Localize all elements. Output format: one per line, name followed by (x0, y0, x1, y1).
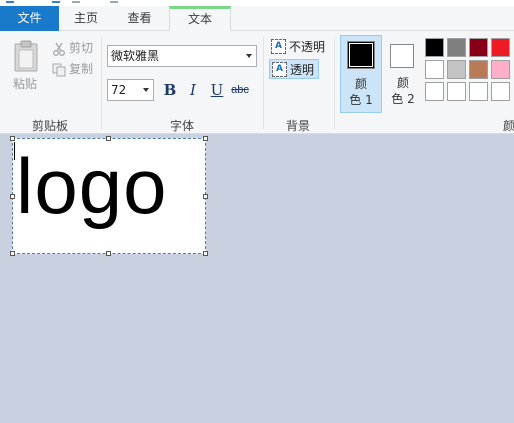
opaque-button[interactable]: A 不透明 (269, 37, 325, 57)
palette-swatch[interactable] (447, 38, 466, 57)
opaque-label: 不透明 (289, 40, 326, 54)
palette-swatch[interactable] (425, 82, 444, 101)
font-size-value: 72 (111, 83, 127, 97)
underline-button[interactable]: U (206, 79, 228, 101)
font-group-label: 字体 (170, 119, 195, 133)
resize-handle-top-right[interactable] (203, 136, 208, 141)
color2-label: 颜 色 2 (386, 75, 420, 107)
customize-icon[interactable] (110, 0, 118, 3)
resize-handle-right[interactable] (203, 194, 208, 199)
transparent-label: 透明 (290, 63, 315, 77)
palette-swatch[interactable] (469, 38, 488, 57)
palette-swatch[interactable] (447, 82, 466, 101)
transparent-text-icon: A (272, 62, 287, 77)
color1-swatch (347, 41, 375, 69)
ribbon-tabs: 文件 主页 查看 文本 (0, 6, 514, 32)
palette-swatch[interactable] (491, 82, 510, 101)
group-divider (263, 37, 264, 129)
font-family-value: 微软雅黑 (111, 49, 160, 63)
group-divider (101, 37, 102, 129)
palette-swatch[interactable] (469, 82, 488, 101)
color1-label: 颜 色 1 (341, 76, 381, 108)
save-icon[interactable] (6, 0, 14, 3)
font-size-select[interactable]: 72 (107, 79, 154, 101)
strikethrough-button[interactable]: abc (229, 79, 251, 101)
resize-handle-bottom-right[interactable] (203, 251, 208, 256)
resize-handle-left[interactable] (10, 194, 15, 199)
clipboard-group-label: 剪贴板 (32, 119, 69, 133)
tab-home[interactable]: 主页 (60, 6, 112, 31)
color2-swatch (390, 44, 414, 68)
color1-label-line2: 色 1 (349, 93, 373, 107)
chevron-down-icon (246, 54, 252, 58)
palette-swatch[interactable] (425, 38, 444, 57)
palette-swatch[interactable] (469, 60, 488, 79)
color1-label-line1: 颜 (354, 77, 367, 91)
color1-button[interactable]: 颜 色 1 (340, 35, 382, 113)
colors-group-label: 颜 (503, 119, 514, 133)
opaque-text-icon: A (271, 39, 286, 54)
background-group-label: 背景 (286, 119, 311, 133)
undo-icon[interactable] (52, 0, 60, 3)
transparent-button[interactable]: A 透明 (269, 59, 319, 79)
paste-label: 粘贴 (13, 77, 38, 91)
resize-handle-top-left[interactable] (10, 136, 15, 141)
copy-icon (52, 63, 66, 77)
cut-button[interactable]: 剪切 (52, 39, 93, 57)
resize-handle-top[interactable] (106, 136, 111, 141)
color2-button[interactable]: 颜 色 2 (386, 35, 420, 113)
copy-button[interactable]: 复制 (52, 60, 93, 78)
group-divider (334, 37, 335, 129)
tab-view[interactable]: 查看 (112, 6, 167, 31)
palette-swatch[interactable] (491, 60, 510, 79)
font-family-select[interactable]: 微软雅黑 (107, 45, 257, 67)
palette-swatch[interactable] (491, 38, 510, 57)
clipboard-icon (14, 40, 38, 72)
text-selection-box[interactable] (12, 138, 206, 254)
color2-label-line2: 色 2 (391, 92, 415, 106)
copy-label: 复制 (69, 62, 94, 76)
redo-icon[interactable] (72, 0, 80, 3)
resize-handle-bottom[interactable] (106, 251, 111, 256)
cut-label: 剪切 (69, 41, 94, 55)
bold-button[interactable]: B (159, 79, 181, 101)
palette-swatch[interactable] (447, 60, 466, 79)
resize-handle-bottom-left[interactable] (10, 251, 15, 256)
chevron-down-icon (143, 88, 149, 92)
tab-file[interactable]: 文件 (0, 6, 59, 31)
scissors-icon (52, 42, 66, 56)
italic-button[interactable]: I (182, 79, 204, 101)
palette-swatch[interactable] (425, 60, 444, 79)
color2-label-line1: 颜 (396, 76, 409, 90)
tab-text[interactable]: 文本 (169, 6, 231, 32)
